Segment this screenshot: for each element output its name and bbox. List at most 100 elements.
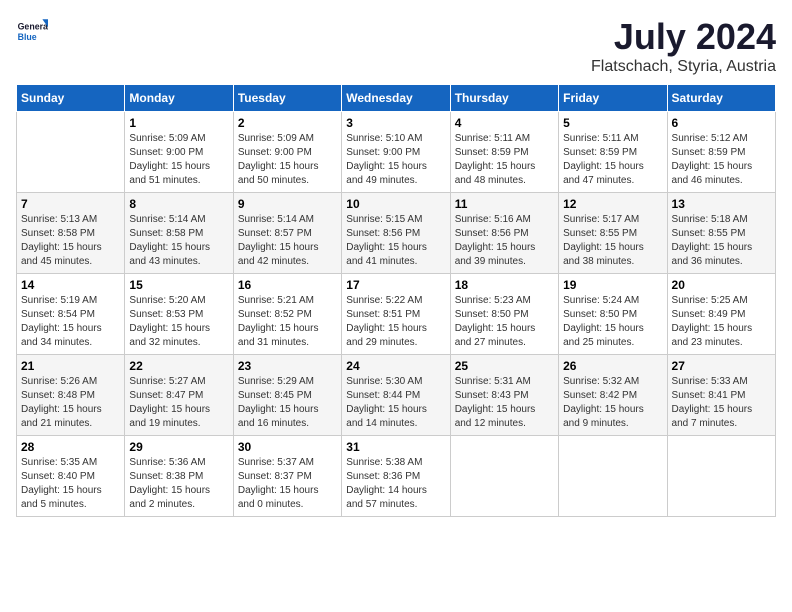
calendar-cell-w3-d2: 16 Sunrise: 5:21 AM Sunset: 8:52 PM Dayli… <box>233 274 341 355</box>
calendar-cell-w3-d3: 17 Sunrise: 5:22 AM Sunset: 8:51 PM Dayli… <box>342 274 450 355</box>
calendar-cell-w1-d2: 2 Sunrise: 5:09 AM Sunset: 9:00 PM Daylig… <box>233 112 341 193</box>
day-number: 9 <box>238 197 337 211</box>
calendar-cell-w5-d4 <box>450 436 558 517</box>
weekday-header-wednesday: Wednesday <box>342 85 450 112</box>
calendar-cell-w3-d5: 19 Sunrise: 5:24 AM Sunset: 8:50 PM Dayli… <box>559 274 667 355</box>
day-number: 25 <box>455 359 554 373</box>
day-info: Sunrise: 5:18 AM Sunset: 8:55 PM Dayligh… <box>672 213 771 269</box>
weekday-header-tuesday: Tuesday <box>233 85 341 112</box>
day-info: Sunrise: 5:21 AM Sunset: 8:52 PM Dayligh… <box>238 294 337 350</box>
day-info: Sunrise: 5:29 AM Sunset: 8:45 PM Dayligh… <box>238 375 337 431</box>
day-number: 26 <box>563 359 662 373</box>
weekday-header-sunday: Sunday <box>17 85 125 112</box>
day-info: Sunrise: 5:11 AM Sunset: 8:59 PM Dayligh… <box>455 132 554 188</box>
day-info: Sunrise: 5:36 AM Sunset: 8:38 PM Dayligh… <box>129 456 228 512</box>
day-number: 17 <box>346 278 445 292</box>
day-info: Sunrise: 5:37 AM Sunset: 8:37 PM Dayligh… <box>238 456 337 512</box>
calendar-cell-w5-d1: 29 Sunrise: 5:36 AM Sunset: 8:38 PM Dayli… <box>125 436 233 517</box>
logo: General Blue <box>16 16 48 48</box>
calendar-cell-w5-d0: 28 Sunrise: 5:35 AM Sunset: 8:40 PM Dayli… <box>17 436 125 517</box>
calendar-week-4: 21 Sunrise: 5:26 AM Sunset: 8:48 PM Dayli… <box>17 355 776 436</box>
day-number: 14 <box>21 278 120 292</box>
weekday-header-thursday: Thursday <box>450 85 558 112</box>
calendar-cell-w1-d3: 3 Sunrise: 5:10 AM Sunset: 9:00 PM Daylig… <box>342 112 450 193</box>
page-subtitle: Flatschach, Styria, Austria <box>591 58 776 76</box>
calendar-cell-w4-d4: 25 Sunrise: 5:31 AM Sunset: 8:43 PM Dayli… <box>450 355 558 436</box>
weekday-header-saturday: Saturday <box>667 85 775 112</box>
day-info: Sunrise: 5:24 AM Sunset: 8:50 PM Dayligh… <box>563 294 662 350</box>
day-number: 23 <box>238 359 337 373</box>
day-info: Sunrise: 5:35 AM Sunset: 8:40 PM Dayligh… <box>21 456 120 512</box>
day-number: 28 <box>21 440 120 454</box>
day-info: Sunrise: 5:10 AM Sunset: 9:00 PM Dayligh… <box>346 132 445 188</box>
title-block: July 2024 Flatschach, Styria, Austria <box>591 16 776 76</box>
calendar-cell-w2-d1: 8 Sunrise: 5:14 AM Sunset: 8:58 PM Daylig… <box>125 193 233 274</box>
page-header: General Blue July 2024 Flatschach, Styri… <box>16 16 776 76</box>
day-number: 21 <box>21 359 120 373</box>
calendar-cell-w4-d0: 21 Sunrise: 5:26 AM Sunset: 8:48 PM Dayli… <box>17 355 125 436</box>
calendar-cell-w3-d6: 20Sunrise: 5:25 AM Sunset: 8:49 PM Dayli… <box>667 274 775 355</box>
day-number: 5 <box>563 116 662 130</box>
day-number: 18 <box>455 278 554 292</box>
day-number: 19 <box>563 278 662 292</box>
calendar-cell-w2-d5: 12 Sunrise: 5:17 AM Sunset: 8:55 PM Dayli… <box>559 193 667 274</box>
day-number: 29 <box>129 440 228 454</box>
calendar-cell-w2-d4: 11 Sunrise: 5:16 AM Sunset: 8:56 PM Dayli… <box>450 193 558 274</box>
day-number: 16 <box>238 278 337 292</box>
calendar-cell-w3-d0: 14 Sunrise: 5:19 AM Sunset: 8:54 PM Dayli… <box>17 274 125 355</box>
day-number: 12 <box>563 197 662 211</box>
day-info: Sunrise: 5:25 AM Sunset: 8:49 PM Dayligh… <box>672 294 771 350</box>
calendar-cell-w4-d3: 24 Sunrise: 5:30 AM Sunset: 8:44 PM Dayli… <box>342 355 450 436</box>
calendar-cell-w4-d6: 27 Sunrise: 5:33 AM Sunset: 8:41 PM Dayli… <box>667 355 775 436</box>
day-number: 6 <box>672 116 771 130</box>
day-info: Sunrise: 5:31 AM Sunset: 8:43 PM Dayligh… <box>455 375 554 431</box>
calendar-cell-w4-d5: 26Sunrise: 5:32 AM Sunset: 8:42 PM Dayli… <box>559 355 667 436</box>
weekday-header-row: SundayMondayTuesdayWednesdayThursdayFrid… <box>17 85 776 112</box>
day-info: Sunrise: 5:17 AM Sunset: 8:55 PM Dayligh… <box>563 213 662 269</box>
day-info: Sunrise: 5:09 AM Sunset: 9:00 PM Dayligh… <box>238 132 337 188</box>
day-number: 30 <box>238 440 337 454</box>
day-number: 11 <box>455 197 554 211</box>
calendar-week-2: 7Sunrise: 5:13 AM Sunset: 8:58 PM Daylig… <box>17 193 776 274</box>
day-info: Sunrise: 5:26 AM Sunset: 8:48 PM Dayligh… <box>21 375 120 431</box>
calendar-week-1: 1 Sunrise: 5:09 AM Sunset: 9:00 PM Daylig… <box>17 112 776 193</box>
day-info: Sunrise: 5:38 AM Sunset: 8:36 PM Dayligh… <box>346 456 445 512</box>
day-number: 8 <box>129 197 228 211</box>
day-info: Sunrise: 5:23 AM Sunset: 8:50 PM Dayligh… <box>455 294 554 350</box>
calendar-cell-w2-d6: 13Sunrise: 5:18 AM Sunset: 8:55 PM Dayli… <box>667 193 775 274</box>
calendar-cell-w5-d2: 30 Sunrise: 5:37 AM Sunset: 8:37 PM Dayli… <box>233 436 341 517</box>
page-title: July 2024 <box>591 16 776 58</box>
calendar-table: SundayMondayTuesdayWednesdayThursdayFrid… <box>16 84 776 517</box>
calendar-cell-w1-d1: 1Sunrise: 5:09 AM Sunset: 9:00 PM Daylig… <box>125 112 233 193</box>
day-info: Sunrise: 5:33 AM Sunset: 8:41 PM Dayligh… <box>672 375 771 431</box>
day-number: 3 <box>346 116 445 130</box>
day-info: Sunrise: 5:15 AM Sunset: 8:56 PM Dayligh… <box>346 213 445 269</box>
day-info: Sunrise: 5:11 AM Sunset: 8:59 PM Dayligh… <box>563 132 662 188</box>
calendar-cell-w2-d3: 10Sunrise: 5:15 AM Sunset: 8:56 PM Dayli… <box>342 193 450 274</box>
day-info: Sunrise: 5:30 AM Sunset: 8:44 PM Dayligh… <box>346 375 445 431</box>
day-number: 1 <box>129 116 228 130</box>
calendar-week-5: 28 Sunrise: 5:35 AM Sunset: 8:40 PM Dayli… <box>17 436 776 517</box>
day-info: Sunrise: 5:16 AM Sunset: 8:56 PM Dayligh… <box>455 213 554 269</box>
day-info: Sunrise: 5:12 AM Sunset: 8:59 PM Dayligh… <box>672 132 771 188</box>
calendar-cell-w1-d4: 4 Sunrise: 5:11 AM Sunset: 8:59 PM Daylig… <box>450 112 558 193</box>
day-number: 27 <box>672 359 771 373</box>
day-info: Sunrise: 5:19 AM Sunset: 8:54 PM Dayligh… <box>21 294 120 350</box>
day-info: Sunrise: 5:14 AM Sunset: 8:57 PM Dayligh… <box>238 213 337 269</box>
calendar-cell-w5-d3: 31Sunrise: 5:38 AM Sunset: 8:36 PM Dayli… <box>342 436 450 517</box>
day-number: 15 <box>129 278 228 292</box>
calendar-cell-w1-d5: 5 Sunrise: 5:11 AM Sunset: 8:59 PM Daylig… <box>559 112 667 193</box>
calendar-cell-w1-d0 <box>17 112 125 193</box>
day-number: 4 <box>455 116 554 130</box>
calendar-cell-w2-d2: 9 Sunrise: 5:14 AM Sunset: 8:57 PM Daylig… <box>233 193 341 274</box>
calendar-cell-w3-d1: 15 Sunrise: 5:20 AM Sunset: 8:53 PM Dayli… <box>125 274 233 355</box>
day-number: 2 <box>238 116 337 130</box>
day-info: Sunrise: 5:20 AM Sunset: 8:53 PM Dayligh… <box>129 294 228 350</box>
svg-text:General: General <box>18 22 48 32</box>
day-info: Sunrise: 5:14 AM Sunset: 8:58 PM Dayligh… <box>129 213 228 269</box>
weekday-header-friday: Friday <box>559 85 667 112</box>
calendar-cell-w4-d2: 23 Sunrise: 5:29 AM Sunset: 8:45 PM Dayli… <box>233 355 341 436</box>
day-number: 24 <box>346 359 445 373</box>
calendar-cell-w2-d0: 7Sunrise: 5:13 AM Sunset: 8:58 PM Daylig… <box>17 193 125 274</box>
day-info: Sunrise: 5:22 AM Sunset: 8:51 PM Dayligh… <box>346 294 445 350</box>
